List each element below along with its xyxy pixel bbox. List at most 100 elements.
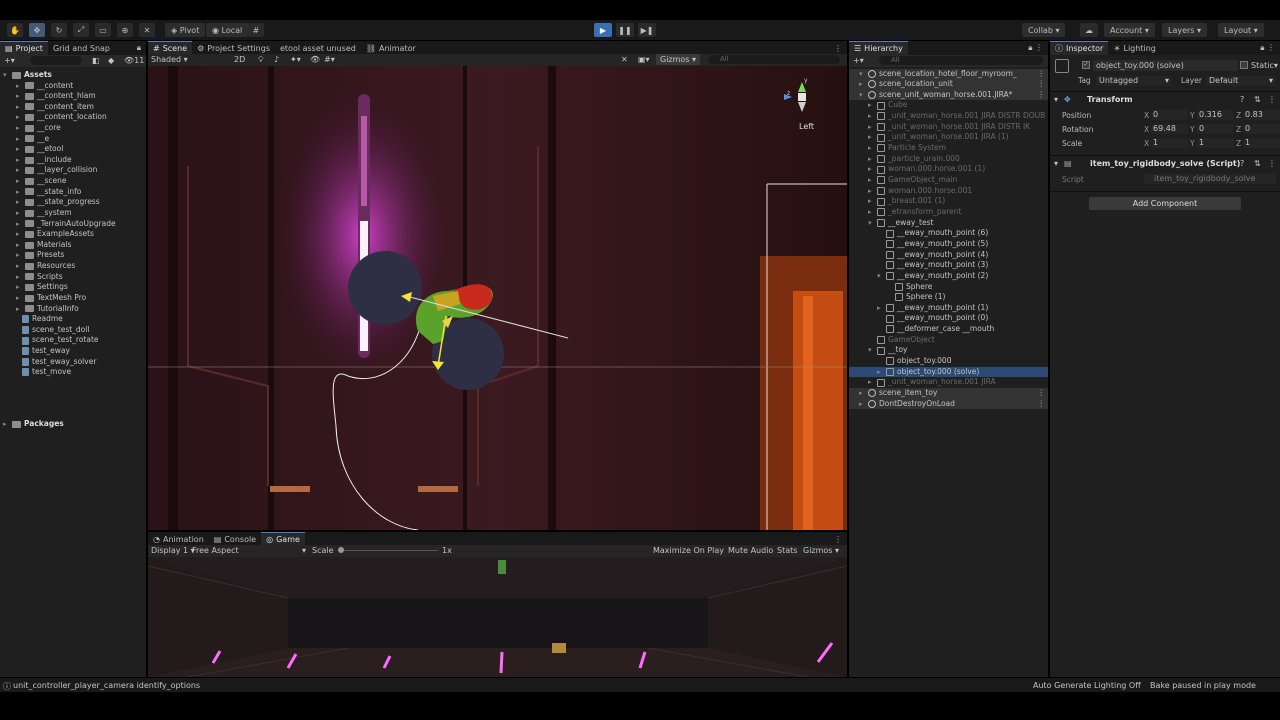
hierarchy-item[interactable]: ▸ _unit_woman_horse.001 JIRA DISTR DOUB — [849, 111, 1048, 122]
tab-grid-snap[interactable]: Grid and Snap — [48, 41, 115, 55]
hierarchy-item[interactable]: ▸ _unit_woman_horse.001 JIRA — [849, 377, 1048, 388]
move-tool-icon[interactable]: ✥ — [29, 23, 45, 37]
scene-menu-icon[interactable]: ⋮ — [1038, 388, 1046, 399]
transform-pos-z-field[interactable]: 0.83 — [1243, 110, 1280, 120]
packages-root[interactable]: ▸ Packages — [3, 419, 64, 430]
project-folder-item[interactable]: ▸ __content — [16, 81, 73, 92]
pause-button[interactable]: ❚❚ — [616, 23, 634, 37]
expand-arrow-icon[interactable]: ▸ — [868, 100, 874, 111]
hierarchy-item[interactable]: ▸ _unit_woman_horse.001 JIRA DISTR IK — [849, 122, 1048, 133]
transform-scl-z-field[interactable]: 1 — [1243, 138, 1280, 148]
stats-button[interactable]: Stats — [777, 546, 797, 555]
transform-rot-z-field[interactable]: 0 — [1243, 124, 1280, 134]
local-button[interactable]: ◉ Local — [206, 23, 249, 37]
project-search-input[interactable] — [30, 56, 82, 65]
project-file-item[interactable]: test_eway — [22, 346, 70, 357]
add-component-button[interactable]: Add Component — [1089, 197, 1241, 210]
display-dropdown[interactable]: Display 1 ▾ — [151, 546, 195, 555]
expand-arrow-icon[interactable]: ▸ — [877, 367, 883, 378]
expand-arrow-icon[interactable]: ▸ — [868, 122, 874, 133]
axis-z-label[interactable]: Z — [1236, 125, 1241, 134]
expand-arrow-icon[interactable]: ▾ — [868, 345, 874, 356]
axis-x-label[interactable]: X — [1144, 125, 1149, 134]
expand-arrow-icon[interactable]: ▸ — [868, 143, 874, 154]
transform-tool-icon[interactable]: ⊕ — [117, 23, 133, 37]
expand-arrow-icon[interactable]: ▾ — [877, 271, 883, 282]
hierarchy-item[interactable]: ▸ woman.000.horse.001 — [849, 186, 1048, 197]
expand-arrow-icon[interactable]: ▸ — [868, 196, 874, 207]
expand-arrow-icon[interactable]: ▾ — [859, 69, 865, 80]
project-file-item[interactable]: test_move — [22, 367, 71, 378]
expand-arrow-icon[interactable]: ▸ — [859, 399, 865, 410]
axis-y-label[interactable]: Y — [1190, 111, 1195, 120]
transform-pos-y-field[interactable]: 0.316 — [1197, 110, 1234, 120]
audio-icon[interactable]: ♪ — [274, 55, 279, 64]
hierarchy-item[interactable]: ▾ __eway_mouth_point (2) — [849, 271, 1048, 282]
hierarchy-item[interactable]: Sphere — [849, 282, 1048, 293]
project-folder-item[interactable]: ▸ ExampleAssets — [16, 229, 94, 240]
layout-dropdown[interactable]: Layout ▾ — [1218, 23, 1264, 37]
account-dropdown[interactable]: Account ▾ — [1104, 23, 1155, 37]
project-folder-item[interactable]: ▸ __content_item — [16, 102, 94, 113]
plus-icon[interactable]: +▾ — [4, 56, 15, 65]
lock-icon[interactable]: 🔒︎ ⋮ — [1255, 41, 1280, 55]
expand-arrow-icon[interactable]: ▸ — [877, 303, 883, 314]
project-folder-item[interactable]: ▸ __content_hlam — [16, 91, 96, 102]
more-menu-icon[interactable]: ⋮ — [829, 532, 847, 546]
scene-search-input[interactable]: All — [708, 55, 840, 64]
project-file-item[interactable]: test_eway_solver — [22, 357, 96, 368]
rect-tool-icon[interactable]: ▭ — [95, 23, 111, 37]
project-folder-item[interactable]: ▸ __state_info — [16, 187, 81, 198]
scene-grid-icon[interactable]: #▾ — [324, 55, 335, 64]
hierarchy-item[interactable]: __eway_mouth_point (5) — [849, 239, 1048, 250]
orientation-gizmo[interactable]: z y Left — [782, 74, 822, 134]
project-file-item[interactable]: scene_test_rotate — [22, 335, 99, 346]
tab-lighting[interactable]: ☀ Lighting — [1108, 41, 1161, 55]
active-checkbox[interactable]: ✓ — [1082, 61, 1090, 69]
component-menu-icon[interactable]: ⋮ — [1268, 159, 1276, 168]
scene-menu-icon[interactable]: ⋮ — [1038, 79, 1046, 90]
expand-arrow-icon[interactable]: ▸ — [868, 154, 874, 165]
hierarchy-item[interactable]: __eway_mouth_point (3) — [849, 260, 1048, 271]
tab-inspector[interactable]: ⓘ Inspector — [1050, 41, 1109, 55]
project-folder-item[interactable]: ▸ __state_progress — [16, 197, 100, 208]
hierarchy-scene-row[interactable]: ▾ scene_location_hotel_floor_myroom_ ⋮ — [849, 68, 1048, 80]
hierarchy-item[interactable]: GameObject — [849, 335, 1048, 346]
hand-tool-icon[interactable]: ✋ — [7, 23, 23, 37]
grid-snap-icon[interactable]: # — [248, 23, 264, 37]
project-folder-item[interactable]: ▸ Presets — [16, 250, 64, 261]
tab-hierarchy[interactable]: ☰ Hierarchy — [849, 41, 908, 55]
preset-icon[interactable]: ⇅ — [1254, 95, 1261, 104]
help-icon[interactable]: ? — [1240, 159, 1244, 168]
expand-arrow-icon[interactable]: ▸ — [868, 186, 874, 197]
tab-scene[interactable]: # Scene — [148, 41, 193, 55]
step-button[interactable]: ▶❚ — [638, 23, 656, 37]
scale-tool-icon[interactable]: ⤢ — [73, 23, 89, 37]
expand-arrow-icon[interactable]: ▸ — [868, 377, 874, 388]
hierarchy-item[interactable]: __eway_mouth_point (4) — [849, 250, 1048, 261]
mode-2d-button[interactable]: 2D — [234, 55, 245, 64]
light-icon[interactable]: 💡︎ — [258, 55, 264, 65]
expand-arrow-icon[interactable]: ▸ — [859, 79, 865, 90]
hierarchy-search-input[interactable]: All — [879, 56, 1043, 65]
lock-icon[interactable]: 🔒︎ — [132, 41, 146, 55]
tag-dropdown[interactable]: Untagged ▾ — [1096, 76, 1172, 86]
filter-icon[interactable]: ◧ — [92, 56, 100, 65]
hidden-objects-icon[interactable]: 👁︎ — [310, 55, 320, 64]
hierarchy-item[interactable]: ▾ __toy — [849, 345, 1048, 356]
hierarchy-scene-row[interactable]: ▸ DontDestroyOnLoad ⋮ — [849, 398, 1048, 410]
axis-x-label[interactable]: X — [1144, 139, 1149, 148]
hierarchy-item[interactable]: ▸ woman.000.horse.001 (1) — [849, 164, 1048, 175]
hierarchy-item[interactable]: __eway_mouth_point (6) — [849, 228, 1048, 239]
scale-slider[interactable] — [338, 550, 438, 551]
axis-y-label[interactable]: Y — [1190, 139, 1195, 148]
game-gizmos-dropdown[interactable]: Gizmos ▾ — [803, 546, 839, 555]
rotate-tool-icon[interactable]: ↻ — [51, 23, 67, 37]
axis-z-label[interactable]: Z — [1236, 139, 1241, 148]
lock-icon[interactable]: 🔒︎ ⋮ — [1023, 41, 1048, 55]
custom-tool-icon[interactable]: ✕ — [139, 23, 155, 37]
hierarchy-item[interactable]: ▸ _particle_urain.000 — [849, 154, 1048, 165]
project-folder-item[interactable]: ▸ Scripts — [16, 272, 63, 283]
tab-console[interactable]: ▤ Console — [209, 532, 261, 546]
scene-viewport[interactable] — [148, 66, 847, 530]
